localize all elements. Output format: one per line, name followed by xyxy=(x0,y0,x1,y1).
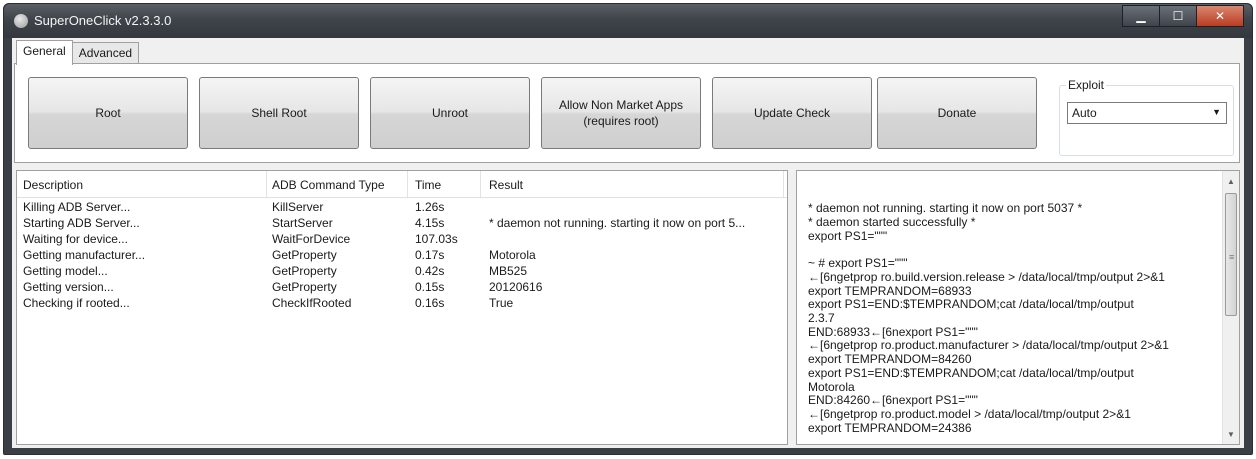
row-description: Getting version... xyxy=(23,280,114,294)
console-line: ←[6ngetprop ro.build.version.release > /… xyxy=(808,269,1165,284)
table-row[interactable]: Killing ADB Server... KillServer 1.26s xyxy=(17,200,787,216)
tab-advanced[interactable]: Advanced xyxy=(71,42,140,65)
general-tab-panel: Root Shell Root Unroot Allow Non Market … xyxy=(14,63,1240,163)
update-check-button[interactable]: Update Check xyxy=(712,77,872,149)
console-line: export PS1=END:$TEMPRANDOM;cat /data/loc… xyxy=(808,297,1134,312)
row-command-type: GetProperty xyxy=(272,280,337,294)
row-time: 1.26s xyxy=(415,200,445,214)
maximize-button[interactable]: ☐ xyxy=(1159,5,1197,27)
row-command-type: KillServer xyxy=(272,200,324,214)
column-header-time[interactable]: Time xyxy=(415,178,441,192)
window-title: SuperOneClick v2.3.3.0 xyxy=(34,13,172,28)
app-window: SuperOneClick v2.3.3.0 ▁ ☐ ✕ General Adv… xyxy=(3,3,1253,455)
console-line: export PS1=""" xyxy=(808,228,888,243)
row-result: * daemon not running. starting it now on… xyxy=(489,216,746,230)
console-line: ​ xyxy=(808,244,1218,258)
console-line: * daemon not running. starting it now on… xyxy=(808,201,1083,216)
column-header-adb-command-type[interactable]: ADB Command Type xyxy=(272,178,385,192)
row-description: Killing ADB Server... xyxy=(23,200,131,214)
console-output-text: * daemon not running. starting it now on… xyxy=(808,175,1218,444)
app-icon xyxy=(14,14,28,28)
row-result: True xyxy=(489,296,514,310)
column-header-result[interactable]: Result xyxy=(489,178,523,192)
row-time: 0.17s xyxy=(415,248,445,262)
allow-non-market-apps-button[interactable]: Allow Non Market Apps (requires root) xyxy=(541,77,701,149)
table-row[interactable]: Waiting for device... WaitForDevice 107.… xyxy=(17,232,787,248)
donate-button[interactable]: Donate xyxy=(877,77,1037,149)
row-time: 0.16s xyxy=(415,296,445,310)
grip-icon: ≡ xyxy=(1229,252,1235,262)
console-line: ~ # export PS1=""" xyxy=(808,256,908,271)
console-line: Motorola xyxy=(808,379,855,394)
close-icon: ✕ xyxy=(1214,9,1226,23)
row-time: 0.15s xyxy=(415,280,445,294)
table-row[interactable]: Starting ADB Server... StartServer 4.15s… xyxy=(17,216,787,232)
row-command-type: GetProperty xyxy=(272,248,337,262)
scroll-down-icon[interactable]: ▼ xyxy=(1223,426,1239,442)
row-description: Starting ADB Server... xyxy=(23,216,140,230)
exploit-selected-value: Auto xyxy=(1072,106,1097,120)
row-command-type: StartServer xyxy=(272,216,333,230)
scrollbar-thumb[interactable]: ≡ xyxy=(1225,193,1237,316)
close-button[interactable]: ✕ xyxy=(1196,5,1244,27)
row-result: MB525 xyxy=(489,264,528,278)
log-header: Description ADB Command Type Time Result xyxy=(17,171,787,198)
minimize-icon: ▁ xyxy=(1136,9,1146,23)
maximize-icon: ☐ xyxy=(1172,9,1184,23)
vertical-scrollbar[interactable]: ▲ ≡ ▼ xyxy=(1222,171,1239,444)
column-divider[interactable] xyxy=(407,171,408,197)
console-line: END:68933←[6nexport PS1=""" xyxy=(808,324,978,339)
row-time: 0.42s xyxy=(415,264,445,278)
table-row[interactable]: Getting version... GetProperty 0.15s 201… xyxy=(17,280,787,296)
row-time: 107.03s xyxy=(415,232,458,246)
console-line: * daemon started successfully * xyxy=(808,215,976,230)
root-button[interactable]: Root xyxy=(28,77,188,149)
row-result: 20120616 xyxy=(489,280,543,294)
exploit-dropdown[interactable]: Auto ▼ xyxy=(1067,102,1227,124)
row-description: Getting model... xyxy=(23,264,108,278)
allow-apps-sublabel: (requires root) xyxy=(583,114,659,128)
console-line: export TEMPRANDOM=24386 xyxy=(808,420,972,435)
row-description: Waiting for device... xyxy=(23,232,128,246)
row-time: 4.15s xyxy=(415,216,445,230)
column-header-description[interactable]: Description xyxy=(23,178,83,192)
table-row[interactable]: Getting manufacturer... GetProperty 0.17… xyxy=(17,248,787,264)
column-divider[interactable] xyxy=(480,171,481,197)
row-description: Getting manufacturer... xyxy=(23,248,146,262)
console-line: export TEMPRANDOM=68933 xyxy=(808,283,972,298)
console-line: ←[6ngetprop ro.product.model > /data/loc… xyxy=(808,406,1131,421)
title-bar[interactable]: SuperOneClick v2.3.3.0 ▁ ☐ ✕ xyxy=(4,4,1252,38)
caption-buttons: ▁ ☐ ✕ xyxy=(1122,5,1244,27)
table-row[interactable]: Checking if rooted... CheckIfRooted 0.16… xyxy=(17,296,787,312)
console-line: ←[6ngetprop ro.product.manufacturer > /d… xyxy=(808,338,1169,353)
column-divider[interactable] xyxy=(783,171,784,197)
table-row[interactable]: Getting model... GetProperty 0.42s MB525 xyxy=(17,264,787,280)
row-command-type: GetProperty xyxy=(272,264,337,278)
tab-general[interactable]: General xyxy=(16,40,73,65)
console-line: 2.3.7 xyxy=(808,311,835,326)
row-command-type: CheckIfRooted xyxy=(272,296,352,310)
column-divider[interactable] xyxy=(266,171,267,197)
row-description: Checking if rooted... xyxy=(23,296,130,310)
shell-root-button[interactable]: Shell Root xyxy=(199,77,359,149)
client-area: General Advanced Root Shell Root Unroot … xyxy=(12,38,1244,448)
command-log-list[interactable]: Description ADB Command Type Time Result… xyxy=(16,170,788,445)
unroot-button[interactable]: Unroot xyxy=(370,77,530,149)
allow-apps-label: Allow Non Market Apps xyxy=(558,98,684,112)
tab-strip: General Advanced xyxy=(16,40,140,65)
dropdown-arrow-icon: ▼ xyxy=(1212,107,1221,117)
scroll-up-icon[interactable]: ▲ xyxy=(1223,173,1239,189)
exploit-label: Exploit xyxy=(1066,78,1107,92)
row-command-type: WaitForDevice xyxy=(272,232,351,246)
console-line: export PS1=END:$TEMPRANDOM;cat /data/loc… xyxy=(808,365,1134,380)
console-line: END:84260←[6nexport PS1=""" xyxy=(808,393,978,408)
row-result: Motorola xyxy=(489,248,536,262)
console-output[interactable]: * daemon not running. starting it now on… xyxy=(796,170,1240,445)
console-line: export TEMPRANDOM=84260 xyxy=(808,352,972,367)
minimize-button[interactable]: ▁ xyxy=(1122,5,1160,27)
